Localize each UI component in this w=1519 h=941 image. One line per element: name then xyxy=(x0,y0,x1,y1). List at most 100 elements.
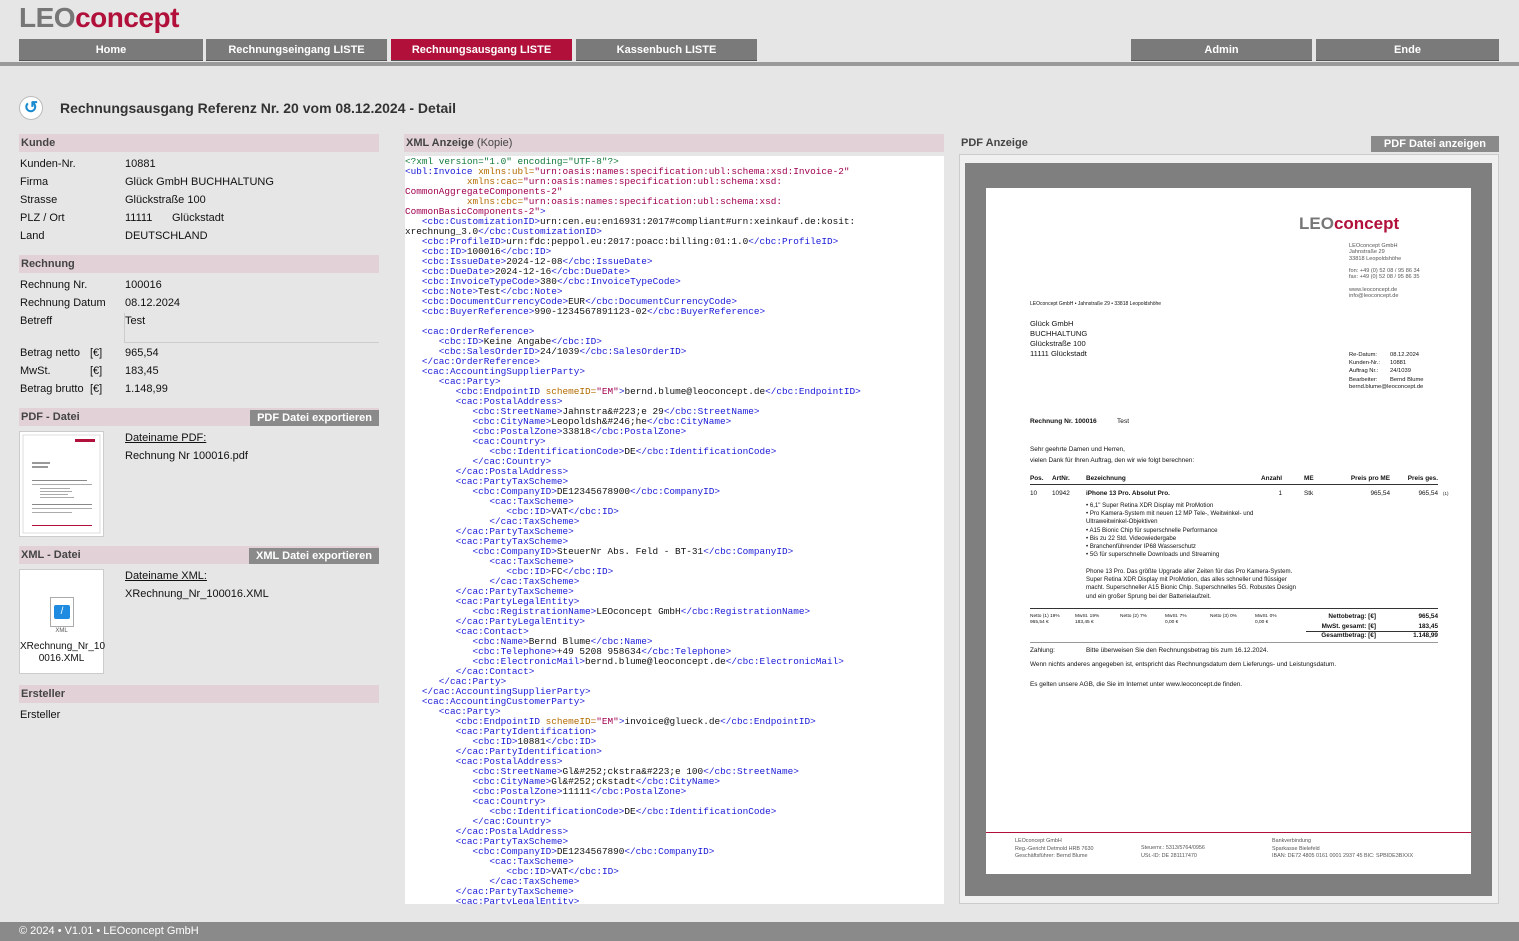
pdf-table-cell: Stk xyxy=(1304,490,1314,497)
pdf-tax-cell: 0,00 € xyxy=(1165,620,1179,626)
plz-value: 11111 xyxy=(125,212,153,224)
section-pdf-anzeige: PDF Anzeige PDF Datei anzeigen xyxy=(959,134,1499,152)
betrag-brutto-value: 1.148,99 xyxy=(125,383,168,395)
betreff-label: Betreff xyxy=(20,315,53,327)
section-xml-datei: XML - Datei XML Datei exportieren xyxy=(19,546,379,564)
mwst-label: MwSt. xyxy=(20,365,51,377)
pdf-table-line-top xyxy=(1030,484,1438,485)
firma-value: Glück GmbH BUCHHALTUNG xyxy=(125,176,274,188)
pdf-sum-values: 965,54 183,45 1.148,99 xyxy=(1386,612,1438,641)
pdf-sum-labels: Nettobetrag: [€] MwSt. gesamt: [€] Gesamtb… xyxy=(1306,612,1376,641)
rechnung-nr-value: 100016 xyxy=(125,279,162,291)
pdf-meta-label: Kunden-Nr.: xyxy=(1349,360,1380,367)
pdf-table-head-cell: Pos. xyxy=(1030,475,1044,482)
section-xml-anzeige: XML Anzeige (Kopie) xyxy=(404,134,944,152)
ort-value: Glückstadt xyxy=(172,212,224,224)
nav-home[interactable]: Home xyxy=(19,39,203,61)
betreff-underline xyxy=(124,342,379,343)
pdf-address-line: 11111 Glückstadt xyxy=(1030,349,1087,358)
pdf-bullet-line: • Pro Kamera-System mit neuen 12 MP Tele… xyxy=(1086,510,1254,518)
pdf-tax-cell xyxy=(1120,620,1147,626)
pdf-footer-col1: LEOconcept GmbH Reg.-Gericht Detmold HRB … xyxy=(1015,838,1094,861)
ersteller-value: Ersteller xyxy=(20,709,61,721)
xml-viewer[interactable]: <?xml version="1.0" encoding="UTF-8"?> <u… xyxy=(405,156,944,904)
betreff-value: Test xyxy=(125,315,146,327)
pdf-sum-value: 965,54 xyxy=(1418,613,1438,620)
section-ersteller: Ersteller xyxy=(19,685,379,703)
pdf-filename-value: Rechnung Nr 100016.pdf xyxy=(125,450,248,462)
back-arrow-icon[interactable]: ↺ xyxy=(19,96,43,120)
xml-icon-text: XML xyxy=(55,628,68,634)
pdf-sum-label: Gesamtbetrag: [€] xyxy=(1321,632,1376,640)
section-xml-datei-title: XML - Datei xyxy=(21,549,81,561)
betrag-brutto-label: Betrag brutto xyxy=(20,383,84,395)
rechnung-datum-label: Rechnung Datum xyxy=(20,297,106,309)
xml-document-icon: / xyxy=(54,605,70,619)
page-title: Rechnungsausgang Referenz Nr. 20 vom 08.… xyxy=(60,100,457,116)
pdf-tax-column: MwSt. 19% 183,45 € xyxy=(1075,614,1099,626)
pdf-footer-line-text: Geschäftsführer: Bernd Blume xyxy=(1015,853,1088,860)
pdf-meta-label: Re-Datum: xyxy=(1349,352,1378,358)
pdf-table-line-bottom xyxy=(1030,608,1438,609)
pdf-note-1: Wenn nichts anderes angegeben ist, entsp… xyxy=(1030,661,1337,668)
pdf-meta-value: 08.12.2024 xyxy=(1390,352,1420,358)
pdf-table-cell: 10942 xyxy=(1052,490,1070,497)
section-pdf-anzeige-title: PDF Anzeige xyxy=(961,137,1028,149)
section-rechnung: Rechnung xyxy=(19,255,379,273)
betrag-netto-value: 965,54 xyxy=(125,347,159,359)
kundennr-label: Kunden-Nr. xyxy=(20,158,76,170)
pdf-preview-page[interactable]: LEOconcept LEOconcept GmbH Jahnstraße 29 3… xyxy=(986,188,1471,874)
pdf-logo: LEOconcept xyxy=(1299,214,1400,233)
pdf-meta-values: 08.12.2024 10881 24/1039 Bernd Blume xyxy=(1390,351,1424,384)
section-kunde-title: Kunde xyxy=(21,137,56,149)
pdf-bullet-line: • Bis zu 22 Std. Videowiedergabe xyxy=(1086,534,1177,542)
pdf-filename-label[interactable]: Dateiname PDF: xyxy=(125,432,206,444)
pdf-sum-value: 1.148,99 xyxy=(1413,632,1438,640)
xml-export-button[interactable]: XML Datei exportieren xyxy=(249,548,379,564)
pdf-zahlung-text: Bitte überweisen Sie den Rechnungsbetrag… xyxy=(1086,647,1269,654)
xml-filename-label[interactable]: Dateiname XML: xyxy=(125,570,207,582)
kundennr-value: 10881 xyxy=(125,158,156,170)
section-ersteller-title: Ersteller xyxy=(21,688,66,700)
pdf-footer-col3: Bankverbindung Sparkasse Bielefeld IBAN: D… xyxy=(1272,838,1413,861)
section-kunde: Kunde xyxy=(19,134,379,152)
pdf-table-head-cell: Anzahl xyxy=(1261,475,1282,482)
pdf-description: Phone 13 Pro. Das größte Upgrade aller Z… xyxy=(1086,568,1296,601)
nav-kassenbuch-liste[interactable]: Kassenbuch LISTE xyxy=(576,39,757,61)
pdf-tax-cell: Netto (3) 0% xyxy=(1210,614,1237,619)
xml-file-icon-box[interactable]: / XML XRechnung_Nr_10 0016.XML xyxy=(19,569,105,674)
strasse-value: Glückstraße 100 xyxy=(125,194,206,206)
xml-line: <cac:PartyLegalEntity> xyxy=(455,896,580,905)
xml-line: <cbc:BuyerReference>990-1234567891123-02… xyxy=(421,306,766,317)
pdf-company-line: info@leoconcept.de xyxy=(1349,293,1399,300)
pdf-tax-cell: Netto (2) 7% xyxy=(1120,614,1147,619)
pdf-tax-cell xyxy=(1210,620,1237,626)
pdf-footer-line-text: Steuernr.: 5313/5764/0956 xyxy=(1141,845,1205,851)
rechnung-datum-value: 08.12.2024 xyxy=(125,297,181,309)
pdf-description-line: macht. Superschneller A15 Bionic Chip. S… xyxy=(1086,584,1297,592)
pdf-meta-label: Auftrag Nr.: xyxy=(1349,368,1379,375)
pdf-table-cell: iPhone 13 Pro. Absolut Pro. xyxy=(1086,490,1170,497)
pdf-show-button[interactable]: PDF Datei anzeigen xyxy=(1370,136,1499,152)
pdf-greeting-1: Sehr geehrte Damen und Herren, xyxy=(1030,446,1125,453)
pdf-rechnung-label: Rechnung Nr. 100016 xyxy=(1030,418,1097,425)
nav-ende[interactable]: Ende xyxy=(1316,39,1499,61)
pdf-company-line: fax: +49 (0) 52 08 / 95 86 35 xyxy=(1349,274,1420,281)
pdf-thumbnail[interactable] xyxy=(19,431,104,537)
pdf-thumbnail-preview xyxy=(22,434,101,534)
pdf-sum-line xyxy=(1306,631,1438,632)
pdf-footer-line-text: LEOconcept GmbH xyxy=(1015,838,1062,844)
footer: © 2024 • V1.01 • LEOconcept GmbH xyxy=(0,922,1519,941)
pdf-description-line: Super Retina XDR Display mit ProMotion, … xyxy=(1086,576,1287,584)
section-xml-anzeige-title: XML Anzeige xyxy=(406,137,474,149)
pdf-sum-label: MwSt. gesamt: [€] xyxy=(1321,622,1376,630)
mwst-unit: [€] xyxy=(90,365,103,377)
betrag-brutto-unit: [€] xyxy=(90,383,103,395)
nav-admin[interactable]: Admin xyxy=(1131,39,1312,61)
leoconcept-logo: LEOconcept xyxy=(19,2,179,33)
pdf-export-button[interactable]: PDF Datei exportieren xyxy=(250,410,379,426)
nav-rechnungsausgang-liste[interactable]: Rechnungsausgang LISTE xyxy=(391,39,572,61)
nav-rechnungseingang-liste[interactable]: Rechnungseingang LISTE xyxy=(206,39,387,61)
pdf-betreff: Test xyxy=(1117,418,1130,425)
pdf-address-line: Glück GmbH xyxy=(1030,319,1074,328)
